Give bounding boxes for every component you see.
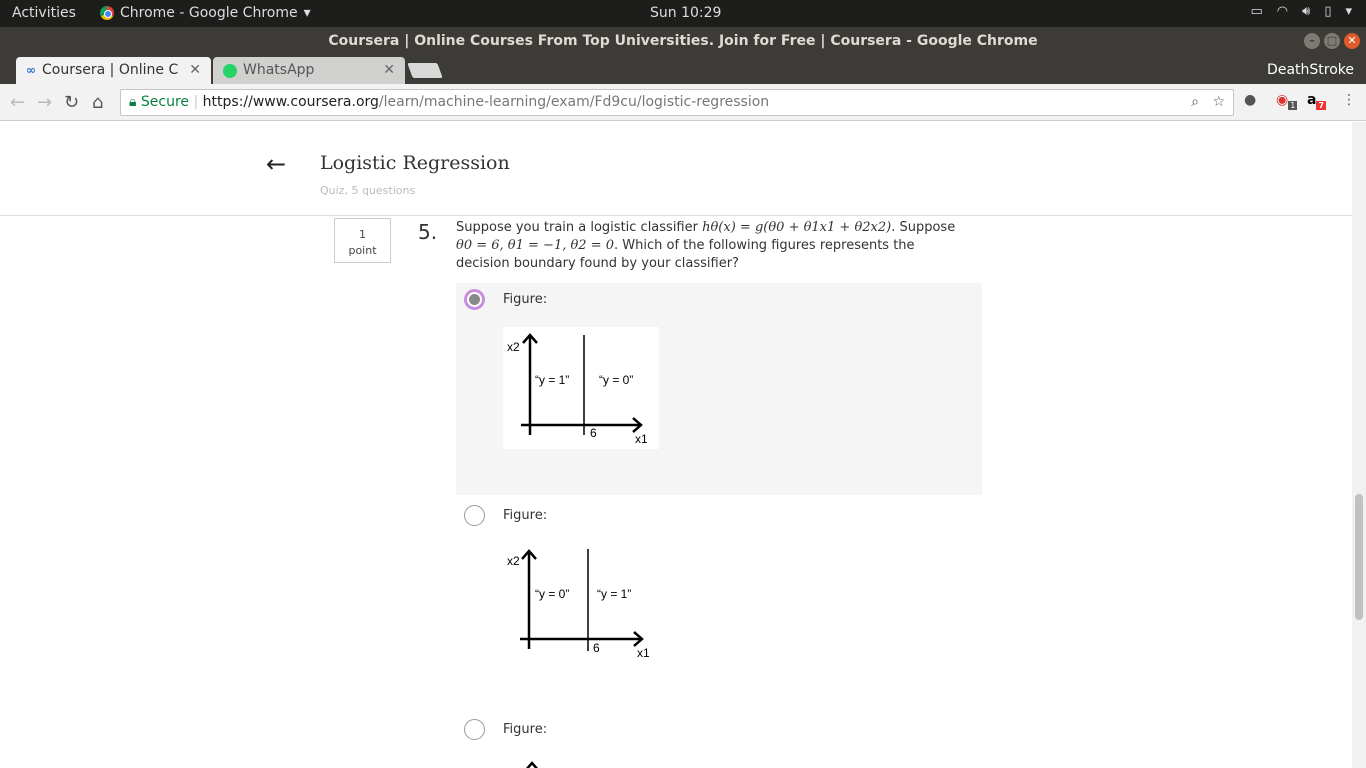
close-icon[interactable]: ✕ [383,57,395,84]
question-math: hθ(x) = g(θ0 + θ1x1 + θ2x2) [702,220,892,235]
address-bar[interactable]: 🔒︎ Secure | https://www.coursera.org/lea… [120,89,1234,116]
star-icon[interactable]: ☆ [1212,90,1225,115]
question-text-part: . Suppose [891,220,956,235]
extension-badge-icon[interactable]: ◉ 1 [1276,92,1298,110]
question-math: θ0 = 6, θ1 = −1, θ2 = 0 [456,238,614,253]
volume-icon[interactable]: 🔊︎ [1302,4,1310,19]
tab-coursera[interactable]: ∞ Coursera | Online C ✕ [16,57,211,84]
app-menu[interactable]: Chrome - Google Chrome ▾ [100,5,311,21]
app-menu-label: Chrome - Google Chrome [120,5,298,21]
tab-whatsapp[interactable]: WhatsApp ✕ [213,57,405,84]
answer-option-2[interactable]: Figure: x2 “y = 0” “y = 1” 6 x1 [456,503,982,703]
question-number: 5. [418,220,438,244]
new-tab-button[interactable] [407,63,443,78]
profile-button[interactable]: DeathStroke [1255,58,1366,82]
activities-button[interactable]: Activities [12,5,76,21]
tab-label: WhatsApp [243,62,315,78]
scrollbar-thumb[interactable] [1355,494,1363,620]
x-axis-label: x1 [637,646,650,660]
forward-icon[interactable]: → [37,92,52,113]
divider [0,215,1352,216]
close-icon[interactable]: ✕ [189,57,201,84]
y-axis-label: x2 [507,554,520,568]
radio-button[interactable] [464,289,485,310]
tick-label: 6 [590,426,597,440]
url-host: https://www.coursera.org [202,94,379,110]
wifi-icon[interactable]: ◠ [1277,4,1288,19]
option-label: Figure: [503,722,548,737]
tick-label: 6 [593,641,600,655]
option-label: Figure: [503,292,548,307]
url-path: /learn/machine-learning/exam/Fd9cu/logis… [378,94,770,110]
left-region-label: “y = 0” [535,587,569,601]
minimize-button[interactable]: – [1304,33,1320,49]
secure-label: Secure [140,94,190,110]
chevron-down-icon: ▾ [303,5,311,21]
extension-badge-count: 7 [1316,100,1327,110]
points-badge: 1 point [334,218,391,263]
tab-label: Coursera | Online C [42,62,179,78]
x-axis-label: x1 [635,432,648,446]
tab-strip: ∞ Coursera | Online C ✕ WhatsApp ✕ [0,55,1366,84]
clock[interactable]: Sun 10:29 [650,5,721,21]
window-title: Coursera | Online Courses From Top Unive… [328,33,1038,49]
points-number: 1 [359,228,366,241]
extension-icon[interactable]: ● [1244,92,1256,108]
right-region-label: “y = 1” [597,587,631,601]
answer-option-3[interactable]: Figure: [456,717,982,768]
window-controls: – □ ✕ [1304,33,1360,49]
page-subtitle: Quiz, 5 questions [320,184,416,197]
coursera-icon: ∞ [26,63,36,77]
system-tray[interactable]: ▭ ◠ 🔊︎ ▯ ▾ [1250,4,1352,19]
radio-button[interactable] [464,505,485,526]
whatsapp-icon [223,63,237,78]
y-axis-label: x2 [507,340,520,354]
close-window-button[interactable]: ✕ [1344,33,1360,49]
answer-option-1[interactable]: Figure: x2 “y = 1” “y = 0” 6 x1 [456,283,982,495]
menu-icon[interactable]: ⋮ [1342,92,1356,108]
back-icon[interactable]: ← [10,92,25,113]
maximize-button[interactable]: □ [1324,33,1340,49]
os-top-bar: Activities Chrome - Google Chrome ▾ Sun … [0,0,1366,27]
option-figure: x2 “y = 0” “y = 1” 6 x1 [503,545,659,667]
page-scrollbar[interactable] [1352,122,1366,768]
page-content: ← Logistic Regression Quiz, 5 questions … [0,122,1352,768]
omnibox-divider: | [193,94,203,110]
option-figure [503,757,659,768]
right-region-label: “y = 0” [599,373,633,387]
points-label: point [348,244,377,257]
browser-toolbar: ← → ↻ ⌂ 🔒︎ Secure | https://www.coursera… [0,84,1366,121]
option-label: Figure: [503,508,548,523]
lock-icon: 🔒︎ [129,94,137,110]
extension-badge-count: 1 [1288,100,1298,110]
page-title: Logistic Regression [320,152,510,174]
amazon-extension-icon[interactable]: a7 [1307,92,1327,110]
battery-icon[interactable]: ▯ [1324,4,1331,19]
zoom-icon[interactable]: ⌕ [1191,90,1199,115]
chrome-icon [100,6,114,20]
question-text-part: Suppose you train a logistic classifier [456,220,703,235]
question-text: Suppose you train a logistic classifier … [456,219,956,273]
home-icon[interactable]: ⌂ [92,92,103,113]
back-arrow-icon[interactable]: ← [266,150,286,178]
left-region-label: “y = 1” [535,373,569,387]
window-title-bar: Coursera | Online Courses From Top Unive… [0,27,1366,55]
option-figure: x2 “y = 1” “y = 0” 6 x1 [503,327,659,449]
screen-icon[interactable]: ▭ [1250,4,1262,19]
radio-button[interactable] [464,719,485,740]
chevron-down-icon[interactable]: ▾ [1345,4,1352,19]
reload-icon[interactable]: ↻ [64,92,79,113]
